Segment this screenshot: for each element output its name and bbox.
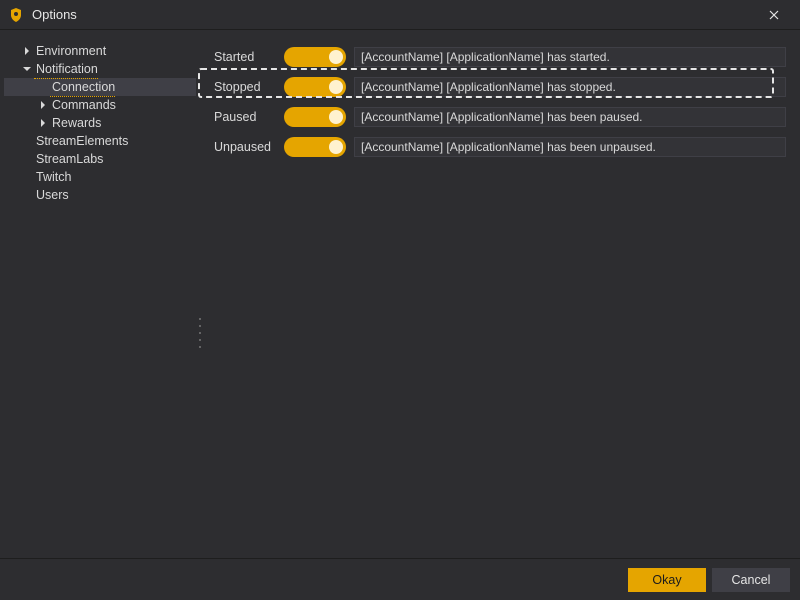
content-panel: Started Stopped Paused Unpaused bbox=[200, 30, 800, 558]
row-label: Started bbox=[214, 50, 276, 64]
sidebar: Environment Notification Connection Comm… bbox=[0, 30, 200, 558]
cancel-button[interactable]: Cancel bbox=[712, 568, 790, 592]
toggle-paused[interactable] bbox=[284, 107, 346, 127]
tree-label: Users bbox=[34, 186, 69, 204]
tree-label: Rewards bbox=[50, 114, 101, 132]
chevron-right-icon bbox=[20, 47, 34, 55]
main-area: Environment Notification Connection Comm… bbox=[0, 30, 800, 558]
row-label: Stopped bbox=[214, 80, 276, 94]
dialog-footer: Okay Cancel bbox=[0, 558, 800, 600]
row-label: Unpaused bbox=[214, 140, 276, 154]
chevron-right-icon bbox=[36, 101, 50, 109]
tree-item-connection[interactable]: Connection bbox=[4, 78, 196, 96]
toggle-started[interactable] bbox=[284, 47, 346, 67]
row-label: Paused bbox=[214, 110, 276, 124]
notification-row-unpaused: Unpaused bbox=[214, 132, 786, 162]
tree-label: StreamElements bbox=[34, 132, 128, 150]
toggle-stopped[interactable] bbox=[284, 77, 346, 97]
notification-row-paused: Paused bbox=[214, 102, 786, 132]
tree-item-users[interactable]: Users bbox=[4, 186, 196, 204]
tree-label: Commands bbox=[50, 96, 116, 114]
window-close-button[interactable] bbox=[754, 0, 794, 30]
button-label: Okay bbox=[652, 573, 681, 587]
app-icon bbox=[8, 7, 24, 23]
message-input-stopped[interactable] bbox=[354, 77, 786, 97]
tree-item-streamelements[interactable]: StreamElements bbox=[4, 132, 196, 150]
title-bar: Options bbox=[0, 0, 800, 30]
tree-item-commands[interactable]: Commands bbox=[4, 96, 196, 114]
tree-label: Connection bbox=[50, 78, 115, 97]
chevron-down-icon bbox=[20, 65, 34, 73]
tree-item-twitch[interactable]: Twitch bbox=[4, 168, 196, 186]
message-input-started[interactable] bbox=[354, 47, 786, 67]
notification-row-started: Started bbox=[214, 42, 786, 72]
tree-label: StreamLabs bbox=[34, 150, 103, 168]
tree-item-rewards[interactable]: Rewards bbox=[4, 114, 196, 132]
tree-label: Twitch bbox=[34, 168, 71, 186]
chevron-right-icon bbox=[36, 119, 50, 127]
button-label: Cancel bbox=[732, 573, 771, 587]
tree-label: Notification bbox=[34, 60, 98, 79]
tree-item-streamlabs[interactable]: StreamLabs bbox=[4, 150, 196, 168]
message-input-unpaused[interactable] bbox=[354, 137, 786, 157]
tree-item-environment[interactable]: Environment bbox=[4, 42, 196, 60]
ok-button[interactable]: Okay bbox=[628, 568, 706, 592]
window-title: Options bbox=[32, 7, 77, 22]
close-icon bbox=[769, 10, 779, 20]
message-input-paused[interactable] bbox=[354, 107, 786, 127]
notification-row-stopped: Stopped bbox=[214, 72, 786, 102]
tree-item-notification[interactable]: Notification bbox=[4, 60, 196, 78]
toggle-unpaused[interactable] bbox=[284, 137, 346, 157]
tree-label: Environment bbox=[34, 42, 106, 60]
